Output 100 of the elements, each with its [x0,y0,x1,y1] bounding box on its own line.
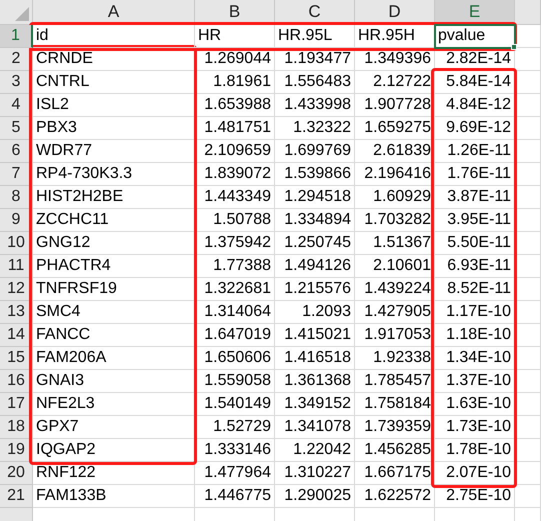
row-header[interactable]: 1 [0,25,33,48]
table-cell: SMC4 [33,301,195,324]
table-cell: 2.196416 [355,163,435,186]
row-header[interactable]: 10 [0,232,33,255]
table-cell: 1.443349 [195,186,275,209]
table-cell: 3.87E-11 [435,186,515,209]
table-cell [515,232,541,255]
row-header[interactable]: 5 [0,117,33,140]
table-cell: HR.95L [275,25,355,48]
table-cell: 1.699769 [275,140,355,163]
row-header[interactable]: 7 [0,163,33,186]
row-header[interactable]: 18 [0,416,33,439]
table-cell: 1.294518 [275,186,355,209]
row-header[interactable]: 4 [0,94,33,117]
table-cell [515,462,541,485]
table-cell: HR.95H [355,25,435,48]
table-cell: 1.481751 [195,117,275,140]
fill-handle[interactable] [511,44,517,50]
table-cell [515,416,541,439]
column-header[interactable] [515,0,541,25]
table-cell [515,117,541,140]
row-header[interactable]: 16 [0,370,33,393]
table-cell: 1.290025 [275,485,355,508]
table-cell: 1.215576 [275,278,355,301]
row-header[interactable]: 13 [0,301,33,324]
row-header[interactable]: 20 [0,462,33,485]
table-cell: 1.907728 [355,94,435,117]
row-header[interactable]: 21 [0,485,33,508]
table-cell: 1.52729 [195,416,275,439]
table-cell: 1.739359 [355,416,435,439]
table-cell: 1.839072 [195,163,275,186]
select-all-icon[interactable] [15,7,29,21]
table-cell [515,301,541,324]
table-cell [515,71,541,94]
table-cell: FANCC [33,324,195,347]
table-cell: id [33,25,195,48]
table-cell: 4.84E-12 [435,94,515,117]
table-cell: PHACTR4 [33,255,195,278]
table-cell: TNFRSF19 [33,278,195,301]
table-cell: 2.75E-10 [435,485,515,508]
table-cell: 5.50E-11 [435,232,515,255]
table-cell [515,163,541,186]
table-cell: 1.415021 [275,324,355,347]
table-cell: 1.758184 [355,393,435,416]
table-cell: 1.73E-10 [435,416,515,439]
table-cell: 6.93E-11 [435,255,515,278]
table-cell [515,324,541,347]
table-cell: pvalue [435,25,515,48]
table-cell: 1.650606 [195,347,275,370]
table-cell: 1.34E-10 [435,347,515,370]
table-cell: 1.917053 [355,324,435,347]
table-cell [515,209,541,232]
table-cell: ISL2 [33,94,195,117]
table-cell: 1.349152 [275,393,355,416]
table-cell: 1.32322 [275,117,355,140]
table-cell: 1.18E-10 [435,324,515,347]
table-cell: 1.2093 [275,301,355,324]
table-cell: 1.785457 [355,370,435,393]
row-header[interactable]: 19 [0,439,33,462]
table-cell: WDR77 [33,140,195,163]
table-cell: 5.84E-14 [435,71,515,94]
table-cell: 1.322681 [195,278,275,301]
row-header[interactable]: 12 [0,278,33,301]
table-cell: 1.477964 [195,462,275,485]
row-header[interactable]: 14 [0,324,33,347]
table-cell [515,370,541,393]
row-header[interactable]: 6 [0,140,33,163]
row-header[interactable]: 17 [0,393,33,416]
row-header[interactable]: 11 [0,255,33,278]
table-cell: 1.92338 [355,347,435,370]
table-cell: 1.78E-10 [435,439,515,462]
table-cell: 1.77388 [195,255,275,278]
row-header[interactable]: 2 [0,48,33,71]
table-cell: 1.456285 [355,439,435,462]
table-cell: 1.63E-10 [435,393,515,416]
table-cell: 8.52E-11 [435,278,515,301]
table-cell: 1.416518 [275,347,355,370]
table-cell: FAM133B [33,485,195,508]
row-header[interactable]: 15 [0,347,33,370]
table-cell: 1.494126 [275,255,355,278]
table-cell: 1.22042 [275,439,355,462]
table-cell: 3.95E-11 [435,209,515,232]
row-header[interactable]: 8 [0,186,33,209]
table-cell: 1.703282 [355,209,435,232]
table-cell [515,439,541,462]
table-cell: 1.17E-10 [435,301,515,324]
table-cell [515,48,541,71]
table-cell: RNF122 [33,462,195,485]
table-cell: GNG12 [33,232,195,255]
row-header[interactable]: 9 [0,209,33,232]
table-cell: 1.50788 [195,209,275,232]
table-cell: 1.60929 [355,186,435,209]
table-cell: 1.51367 [355,232,435,255]
table-cell: 1.349396 [355,48,435,71]
table-cell: 1.439224 [355,278,435,301]
row-header[interactable]: 3 [0,71,33,94]
table-cell: 1.556483 [275,71,355,94]
table-cell: 1.647019 [195,324,275,347]
table-cell: 2.07E-10 [435,462,515,485]
table-cell: 1.26E-11 [435,140,515,163]
